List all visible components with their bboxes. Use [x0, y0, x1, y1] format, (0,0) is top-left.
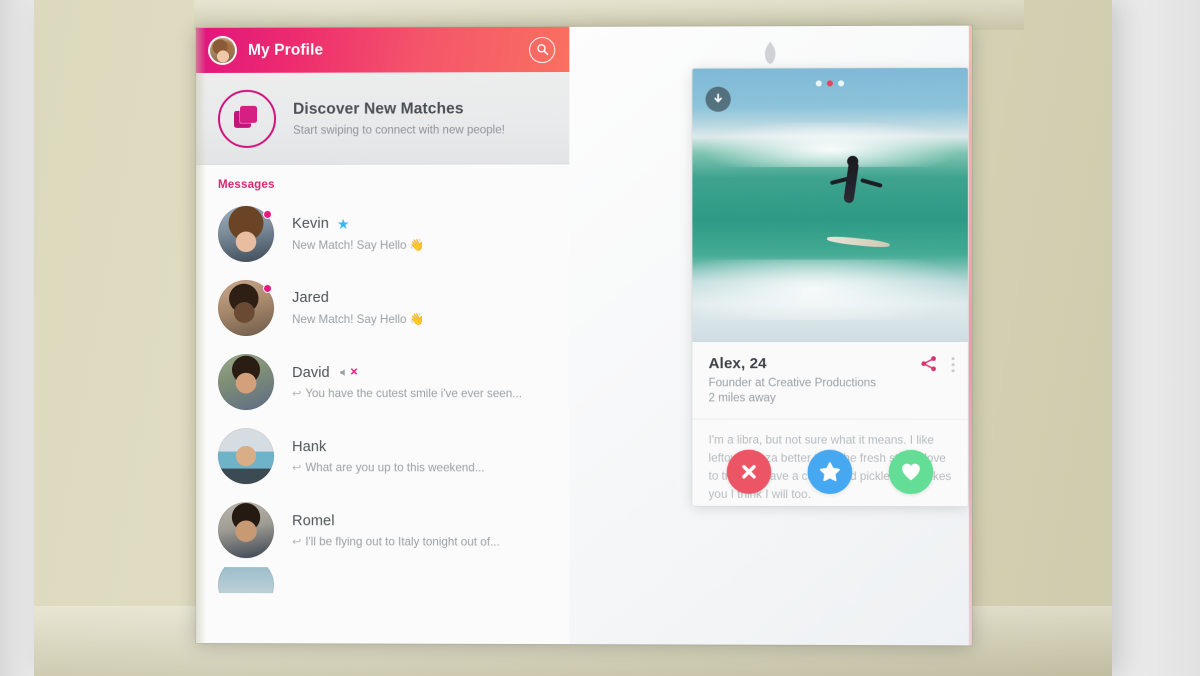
contact-name: Romel — [292, 512, 335, 529]
star-icon — [819, 461, 841, 483]
avatar — [218, 205, 275, 262]
main-panel: Alex, 24 Founder at Creative Productions… — [569, 25, 972, 646]
avatar — [218, 502, 275, 559]
sidebar-header: My Profile — [196, 26, 570, 73]
heart-icon — [902, 463, 920, 481]
download-arrow-icon — [712, 93, 725, 106]
speaker-icon — [339, 368, 344, 376]
share-icon[interactable] — [920, 355, 937, 372]
message-preview: ↩ What are you up to this weekend... — [292, 461, 553, 474]
message-preview-text: I'll be flying out to Italy tonight out … — [305, 534, 500, 549]
list-item[interactable] — [196, 567, 569, 594]
nope-button[interactable] — [726, 449, 772, 494]
message-preview: ↩ You have the cutest smile i've ever se… — [292, 387, 553, 400]
message-preview: ↩ I'll be flying out to Italy tonight ou… — [292, 535, 553, 549]
photo-indicator-dots — [692, 80, 967, 87]
contact-name: Jared — [292, 289, 329, 306]
photo-dot-active[interactable] — [826, 80, 833, 87]
list-item[interactable]: Romel ↩ I'll be flying out to Italy toni… — [196, 493, 569, 568]
wave-foam — [692, 259, 968, 321]
avatar — [218, 428, 275, 485]
sidebar: My Profile Discover New Matches Start sw… — [196, 26, 570, 645]
profile-info: Alex, 24 Founder at Creative Productions… — [692, 342, 968, 419]
profile-card: Alex, 24 Founder at Creative Productions… — [692, 67, 968, 507]
search-button[interactable] — [529, 36, 556, 63]
kebab-menu-icon[interactable] — [951, 355, 955, 373]
unread-dot — [263, 283, 273, 293]
reply-arrow-icon: ↩ — [292, 535, 302, 548]
contact-name: Kevin — [292, 215, 329, 232]
unread-dot — [263, 209, 273, 219]
stacked-cards-icon — [218, 89, 277, 148]
wall-left-shading — [0, 0, 34, 676]
list-item[interactable]: David ✕ ↩ You have the cutest smile i've… — [196, 345, 569, 419]
surfer-body — [843, 160, 860, 205]
surfboard — [826, 234, 891, 249]
message-preview: New Match! Say Hello 👋 — [292, 238, 425, 252]
profile-job: Founder at Creative Productions — [708, 377, 877, 390]
contact-name: Hank — [292, 438, 327, 455]
avatar — [218, 354, 275, 411]
contact-name: David — [292, 364, 330, 381]
message-preview-text: You have the cutest smile i've ever seen… — [305, 386, 522, 400]
photo-dot[interactable] — [838, 80, 845, 87]
swipe-action-bar — [692, 449, 967, 495]
discover-new-matches-card[interactable]: Discover New Matches Start swiping to co… — [196, 72, 570, 165]
photo-dot[interactable] — [815, 80, 822, 87]
mute-x-icon: ✕ — [349, 367, 359, 379]
messages-section-label: Messages — [196, 164, 570, 197]
discover-subtitle: Start swiping to connect with new people… — [293, 123, 505, 137]
search-icon — [536, 43, 549, 56]
page-title: My Profile — [248, 41, 324, 59]
profile-name: Alex, 24 — [708, 355, 767, 373]
surfer-arm-right — [860, 177, 883, 188]
download-button[interactable] — [705, 86, 731, 112]
superlike-star-icon: ★ — [336, 215, 350, 232]
user-avatar[interactable] — [207, 35, 238, 65]
avatar — [218, 567, 275, 594]
messages-list: Kevin ★ New Match! Say Hello 👋 Jared New… — [196, 196, 570, 594]
superlike-button[interactable] — [807, 449, 853, 495]
message-preview-text: What are you up to this weekend... — [305, 460, 485, 474]
flame-icon — [764, 41, 776, 64]
profile-distance: 2 miles away — [708, 392, 776, 405]
list-item[interactable]: Hank ↩ What are you up to this weekend..… — [196, 419, 569, 494]
message-preview: New Match! Say Hello 👋 — [292, 312, 425, 326]
list-item[interactable]: Jared New Match! Say Hello 👋 — [196, 271, 569, 345]
reply-arrow-icon: ↩ — [292, 461, 302, 474]
discover-title: Discover New Matches — [293, 99, 464, 118]
muted-icon: ✕ — [338, 367, 358, 378]
list-item[interactable]: Kevin ★ New Match! Say Hello 👋 — [196, 196, 569, 271]
wall-right-shading — [1110, 0, 1200, 676]
avatar — [218, 279, 275, 337]
app-screen: My Profile Discover New Matches Start sw… — [196, 25, 972, 646]
close-icon — [739, 462, 759, 482]
reply-arrow-icon: ↩ — [292, 387, 302, 400]
like-button[interactable] — [888, 449, 934, 495]
wave-crest — [692, 122, 968, 168]
profile-photo[interactable] — [692, 67, 968, 343]
